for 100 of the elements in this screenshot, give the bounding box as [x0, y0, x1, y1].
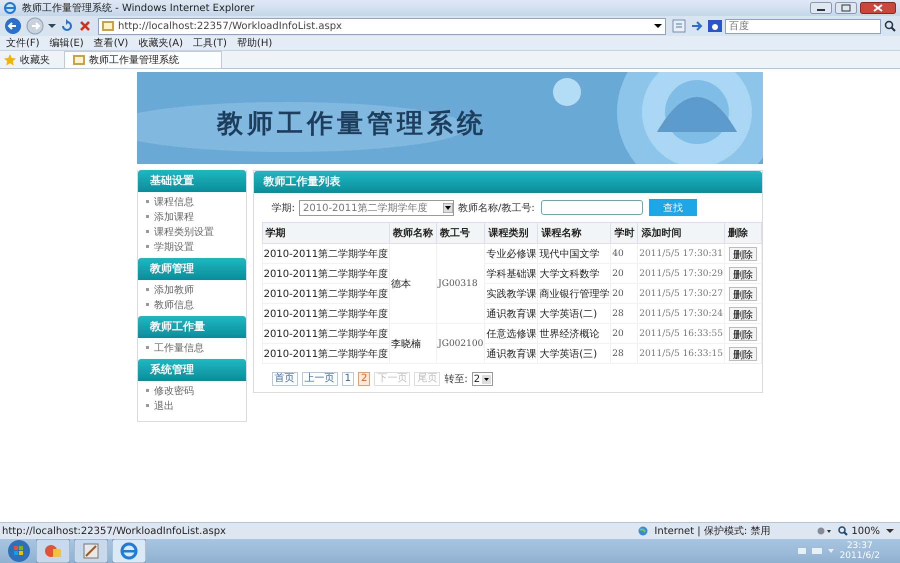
dropdown-icon[interactable] — [443, 202, 453, 212]
table-cell: 2010-2011第二学期学年度 — [262, 304, 390, 324]
minimize-icon[interactable] — [810, 2, 832, 14]
column-header: 教师名称 — [390, 222, 437, 244]
clock-time: 23:37 — [846, 541, 873, 551]
bullet-icon — [146, 404, 149, 407]
address-bar[interactable]: http://localhost:22357/WorkloadInfoList.aspx — [98, 18, 666, 34]
table-cell: 世界经济概论 — [538, 324, 611, 344]
menu-item[interactable]: 编辑(E) — [50, 36, 84, 50]
page-link[interactable]: 首页 — [272, 372, 298, 386]
page-dropdown[interactable]: 2 — [472, 372, 494, 386]
sidebar-link[interactable]: 修改密码 — [154, 384, 194, 398]
delete-button[interactable]: 删除 — [729, 246, 757, 260]
table-cell: 2010-2011第二学期学年度 — [262, 284, 390, 304]
tray-icon — [796, 545, 836, 557]
browser-tab[interactable]: 教师工作量管理系统 — [64, 50, 222, 68]
table-cell: 2011/5/5 17:30:27 — [638, 284, 724, 304]
ie-icon — [4, 2, 16, 14]
table-cell: 2010-2011第二学期学年度 — [262, 244, 390, 264]
favorites-button[interactable]: 收藏夹 — [4, 52, 50, 66]
menu-item[interactable]: 工具(T) — [193, 36, 227, 50]
table-cell: 2011/5/5 16:33:15 — [638, 344, 724, 364]
page-link: 尾页 — [414, 372, 440, 386]
stop-icon[interactable] — [78, 19, 92, 33]
page-link: 下一页 — [374, 372, 410, 386]
sidebar-link[interactable]: 添加教师 — [154, 282, 194, 296]
sidebar-link[interactable]: 添加课程 — [154, 210, 194, 224]
bullet-icon — [146, 245, 149, 248]
bullet-icon — [146, 346, 149, 349]
zoom-icon — [838, 526, 848, 536]
sidebar-link[interactable]: 教师信息 — [154, 298, 194, 312]
table-cell: 20 — [610, 264, 638, 284]
table-cell: 2010-2011第二学期学年度 — [262, 324, 390, 344]
column-header: 学期 — [262, 222, 390, 244]
table-cell: 通识教育课 — [484, 304, 538, 324]
tools-icon[interactable] — [74, 539, 108, 563]
search-field[interactable]: 百度 — [725, 18, 881, 34]
dropdown-icon[interactable] — [482, 374, 492, 384]
table-cell: JG002100 — [436, 324, 485, 364]
delete-button[interactable]: 删除 — [729, 266, 757, 280]
name-field[interactable] — [540, 200, 643, 215]
table-cell: 通识教育课 — [484, 344, 538, 364]
table-cell: 2010-2011第二学期学年度 — [262, 344, 390, 364]
column-header: 学时 — [610, 222, 638, 244]
panel-title: 教师工作量列表 — [254, 171, 762, 193]
zoom-level[interactable]: 100% — [838, 526, 880, 536]
app-icon[interactable] — [36, 539, 70, 563]
menu-item[interactable]: 文件(F) — [6, 36, 40, 50]
table-cell: 2011/5/5 17:30:29 — [638, 264, 724, 284]
page-link[interactable]: 1 — [342, 372, 354, 386]
table-cell: 大学英语(二) — [538, 304, 611, 324]
table-cell: 28 — [610, 344, 638, 364]
name-label: 教师名称/教工号: — [458, 202, 535, 214]
column-header: 课程类别 — [484, 222, 538, 244]
delete-button[interactable]: 删除 — [729, 326, 757, 340]
bullet-icon — [146, 288, 149, 291]
page-icon — [73, 54, 85, 64]
dropdown-icon[interactable] — [886, 527, 894, 535]
table-cell: 40 — [610, 244, 638, 264]
table-cell: 李晓楠 — [390, 324, 437, 364]
back-icon[interactable] — [4, 17, 22, 35]
table-cell: 商业银行管理学 — [538, 284, 611, 304]
delete-button[interactable]: 删除 — [729, 286, 757, 300]
sidebar-link[interactable]: 课程类别设置 — [154, 224, 214, 238]
table-cell: 28 — [610, 304, 638, 324]
bullet-icon — [146, 230, 149, 233]
sidebar-link[interactable]: 工作量信息 — [154, 340, 204, 354]
table-cell: JG00318 — [436, 244, 485, 324]
menu-item[interactable]: 查看(V) — [94, 36, 128, 50]
globe-icon — [638, 526, 648, 536]
page-link[interactable]: 上一页 — [302, 372, 338, 386]
banner-title: 教师工作量管理系统 — [217, 108, 487, 141]
column-header: 删除 — [724, 222, 762, 244]
table-cell: 2010-2011第二学期学年度 — [262, 264, 390, 284]
delete-button[interactable]: 删除 — [729, 346, 757, 360]
delete-button[interactable]: 删除 — [729, 306, 757, 320]
table-cell: 大学英语(三) — [538, 344, 611, 364]
bullet-icon — [146, 215, 149, 218]
sidebar-link[interactable]: 学期设置 — [154, 240, 194, 254]
go-arrow-icon[interactable] — [690, 19, 704, 33]
sidebar-link[interactable]: 课程信息 — [154, 194, 194, 208]
term-label: 学期: — [272, 202, 295, 214]
sidebar-link[interactable]: 退出 — [154, 398, 174, 412]
menu-item[interactable]: 帮助(H) — [236, 36, 272, 50]
refresh-icon[interactable] — [60, 19, 74, 33]
table-cell: 德本 — [390, 244, 437, 324]
dropdown-icon[interactable] — [48, 22, 56, 30]
table-cell: 学科基础课 — [484, 264, 538, 284]
table-cell: 2011/5/5 17:30:31 — [638, 244, 724, 264]
search-icon[interactable] — [884, 20, 896, 32]
maximize-icon[interactable] — [835, 2, 857, 14]
dropdown-icon[interactable] — [654, 22, 662, 30]
start-icon[interactable] — [6, 539, 32, 563]
menu-item[interactable]: 收藏夹(A) — [138, 36, 183, 50]
bullet-icon — [146, 200, 149, 203]
ie-icon[interactable] — [112, 539, 146, 563]
page-icon — [102, 21, 114, 31]
term-dropdown[interactable]: 2010-2011第二学期学年度 — [299, 200, 454, 216]
close-icon[interactable] — [860, 2, 896, 14]
bullet-icon — [146, 303, 149, 306]
